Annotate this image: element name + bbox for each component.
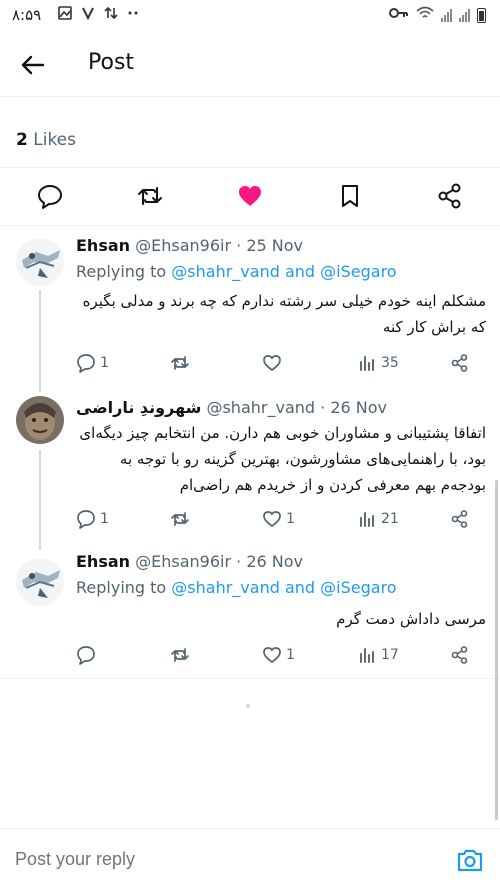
data-transfer-icon: [104, 6, 118, 24]
reply-text: مشکلم اینه خودم خیلی سر رشته ندارم که چه…: [82, 292, 486, 336]
mention-link[interactable]: @shahr_vand: [171, 578, 280, 597]
share-icon[interactable]: [436, 182, 464, 210]
back-arrow-icon[interactable]: [18, 50, 50, 80]
v-icon: [81, 6, 95, 24]
author-handle[interactable]: @Ehsan96ir: [135, 552, 231, 571]
reply-actions: 1 1 21: [76, 508, 476, 532]
header: Post: [0, 34, 500, 96]
likes-label: Likes: [33, 130, 76, 150]
thread-line: [39, 450, 41, 536]
status-bar: ۸:۵۹: [0, 0, 500, 34]
author-name[interactable]: Ehsan: [76, 552, 130, 571]
likes-count[interactable]: 2 Likes: [16, 130, 76, 150]
vpn-key-icon: [389, 7, 409, 23]
thread-line: [39, 536, 41, 550]
signal-icon-2: [459, 8, 470, 22]
retweet-button[interactable]: [170, 644, 194, 666]
reply-text: مرسی داداش دمت گرم: [336, 610, 486, 628]
author-name[interactable]: Ehsan: [76, 236, 130, 255]
reply-button[interactable]: [76, 644, 100, 666]
and-word: and: [284, 262, 316, 281]
like-count: 1: [286, 647, 295, 663]
reply-button[interactable]: 1: [76, 352, 109, 374]
author-handle[interactable]: @Ehsan96ir: [135, 236, 231, 255]
retweet-button[interactable]: [170, 508, 194, 530]
reply-text: اتفاقا پشتیبانی و مشاوران خوبی هم دارن. …: [79, 424, 486, 494]
status-time: ۸:۵۹: [12, 6, 42, 24]
view-count: 21: [381, 511, 399, 527]
reply-header: Ehsan @Ehsan96ir · 26 Nov: [76, 552, 303, 571]
reply-actions: 1 35: [76, 352, 476, 376]
view-count: 35: [381, 355, 399, 371]
like-icon-filled[interactable]: [236, 182, 264, 210]
post-date: · 26 Nov: [236, 552, 303, 571]
reply-count: 1: [100, 355, 109, 371]
views-button[interactable]: 17: [357, 644, 399, 666]
divider: [0, 96, 500, 97]
share-button[interactable]: [450, 508, 470, 530]
scrollbar[interactable]: [495, 480, 498, 820]
mention-link[interactable]: @shahr_vand: [171, 262, 280, 281]
replying-to: Replying to @shahr_vand and @iSegaro: [76, 262, 397, 281]
replying-to: Replying to @shahr_vand and @iSegaro: [76, 578, 397, 597]
reply-item[interactable]: Ehsan @Ehsan96ir · 26 Nov Replying to @s…: [0, 536, 500, 678]
post-date: · 26 Nov: [320, 398, 387, 417]
like-button[interactable]: [262, 352, 286, 374]
camera-icon[interactable]: [456, 847, 484, 873]
view-count: 17: [381, 647, 399, 663]
likes-number: 2: [16, 130, 28, 150]
bookmark-icon[interactable]: [336, 182, 364, 210]
reply-count: 1: [100, 511, 109, 527]
retweet-icon[interactable]: [136, 182, 164, 210]
battery-icon: [477, 7, 486, 23]
avatar[interactable]: [16, 238, 64, 286]
share-button[interactable]: [450, 352, 470, 374]
gallery-icon: [58, 6, 72, 24]
post-action-bar: [0, 172, 500, 220]
reply-item[interactable]: Ehsan @Ehsan96ir · 25 Nov Replying to @s…: [0, 226, 500, 386]
and-word: and: [284, 578, 316, 597]
views-button[interactable]: 35: [357, 352, 399, 374]
post-date: · 25 Nov: [236, 236, 303, 255]
like-button[interactable]: 1: [262, 644, 295, 666]
retweet-button[interactable]: [170, 352, 194, 374]
share-button[interactable]: [450, 644, 470, 666]
avatar[interactable]: [16, 396, 64, 444]
like-button[interactable]: 1: [262, 508, 295, 530]
author-name[interactable]: شهروندِ ناراضی: [76, 398, 201, 417]
divider: [0, 167, 500, 168]
thread-line: [39, 290, 41, 386]
mention-link[interactable]: @iSegaro: [320, 578, 396, 597]
reply-button[interactable]: 1: [76, 508, 109, 530]
reply-header: شهروندِ ناراضی @shahr_vand · 26 Nov: [76, 398, 387, 417]
mention-link[interactable]: @iSegaro: [320, 262, 396, 281]
reply-composer: [0, 828, 500, 888]
avatar[interactable]: [16, 558, 64, 606]
thread-line: [39, 386, 41, 392]
page-title: Post: [88, 50, 135, 75]
wifi-icon: [416, 6, 434, 24]
reply-actions: 1 17: [76, 644, 476, 668]
dots-icon: [127, 6, 139, 24]
reply-header: Ehsan @Ehsan96ir · 25 Nov: [76, 236, 303, 255]
loading-dot: [246, 704, 250, 708]
views-button[interactable]: 21: [357, 508, 399, 530]
reply-input[interactable]: [15, 849, 395, 870]
reply-item[interactable]: شهروندِ ناراضی @shahr_vand · 26 Nov اتفا…: [0, 386, 500, 536]
divider: [0, 678, 500, 679]
signal-icon: [441, 8, 452, 22]
like-count: 1: [286, 511, 295, 527]
author-handle[interactable]: @shahr_vand: [206, 398, 315, 417]
reply-icon[interactable]: [36, 182, 64, 210]
